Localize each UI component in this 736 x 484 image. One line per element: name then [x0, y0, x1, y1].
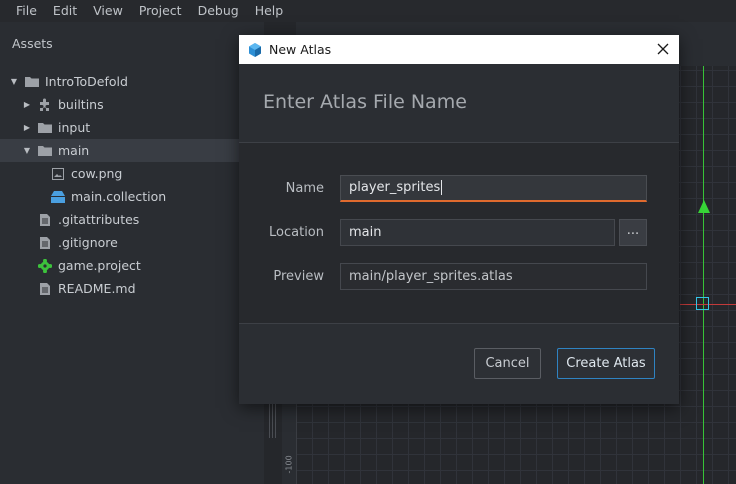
tree-item-label: game.project	[58, 258, 141, 273]
new-atlas-dialog: New Atlas Enter Atlas File Name Name pla…	[239, 35, 679, 404]
origin-handle[interactable]	[696, 297, 709, 310]
browse-button[interactable]: ...	[619, 219, 647, 246]
tree-item-main[interactable]: ▼ main	[0, 139, 264, 162]
menu-file[interactable]: File	[0, 0, 45, 22]
tree-item-label: main.collection	[71, 189, 167, 204]
tree-item-builtins[interactable]: ▶ builtins	[0, 93, 264, 116]
tree-item-label: README.md	[58, 281, 136, 296]
tree-item-label: cow.png	[71, 166, 123, 181]
dialog-header: Enter Atlas File Name	[239, 64, 679, 143]
dialog-titlebar[interactable]: New Atlas	[239, 35, 679, 64]
expand-arrow-icon[interactable]: ▶	[22, 123, 32, 132]
gear-icon	[38, 258, 52, 273]
dialog-form: Name player_sprites Location main ... Pr…	[239, 143, 679, 324]
folder-icon	[25, 75, 39, 88]
puzzle-icon	[38, 98, 52, 111]
expand-arrow-icon[interactable]: ▶	[22, 100, 32, 109]
cancel-button[interactable]: Cancel	[474, 348, 541, 379]
preview-field: main/player_sprites.atlas	[340, 263, 647, 290]
move-y-handle-icon[interactable]	[698, 200, 710, 213]
tree-item-label: input	[58, 120, 91, 135]
defold-logo-icon	[247, 42, 263, 58]
file-icon	[38, 213, 52, 226]
folder-icon	[38, 144, 52, 157]
menu-help[interactable]: Help	[247, 0, 292, 22]
folder-icon	[38, 121, 52, 134]
menu-debug[interactable]: Debug	[190, 0, 247, 22]
y-axis-line	[703, 66, 704, 484]
tree-item-gitattributes[interactable]: .gitattributes	[0, 208, 264, 231]
file-icon	[38, 236, 52, 249]
menu-edit[interactable]: Edit	[45, 0, 85, 22]
tree-item-label: main	[58, 143, 90, 158]
name-label: Name	[285, 181, 324, 196]
close-icon[interactable]	[655, 41, 671, 57]
dialog-title: New Atlas	[269, 42, 332, 57]
name-input[interactable]: player_sprites	[340, 175, 647, 202]
create-atlas-button[interactable]: Create Atlas	[557, 348, 655, 379]
location-label: Location	[269, 225, 324, 240]
image-icon	[51, 167, 65, 180]
tree-item-main-collection[interactable]: main.collection	[0, 185, 264, 208]
tree-item-cow-png[interactable]: cow.png	[0, 162, 264, 185]
menu-bar: File Edit View Project Debug Help	[0, 0, 736, 22]
preview-label: Preview	[273, 269, 324, 284]
text-caret	[441, 180, 443, 195]
location-input[interactable]: main	[340, 219, 615, 246]
dialog-heading: Enter Atlas File Name	[263, 91, 467, 113]
file-icon	[38, 282, 52, 295]
splitter-grip[interactable]	[268, 404, 278, 438]
tree-item-label: IntroToDefold	[45, 74, 128, 89]
collection-icon	[51, 190, 65, 203]
expand-arrow-icon[interactable]: ▼	[9, 77, 19, 86]
menu-project[interactable]: Project	[131, 0, 190, 22]
tree-item-label: builtins	[58, 97, 104, 112]
tree-item-readme[interactable]: README.md	[0, 277, 264, 300]
assets-panel-title: Assets	[12, 36, 53, 51]
tree-item-game-project[interactable]: game.project	[0, 254, 264, 277]
name-input-value: player_sprites	[349, 180, 441, 195]
tree-item-gitignore[interactable]: .gitignore	[0, 231, 264, 254]
assets-panel: Assets ▼ IntroToDefold ▶ builtins ▶ inpu…	[0, 22, 264, 484]
menu-view[interactable]: View	[85, 0, 131, 22]
tree-item-input[interactable]: ▶ input	[0, 116, 264, 139]
ruler-label: -100	[284, 455, 294, 474]
tree-item-label: .gitattributes	[58, 212, 140, 227]
expand-arrow-icon[interactable]: ▼	[22, 146, 32, 155]
tree-item-label: .gitignore	[58, 235, 118, 250]
tree-item-introtodefold[interactable]: ▼ IntroToDefold	[0, 70, 264, 93]
